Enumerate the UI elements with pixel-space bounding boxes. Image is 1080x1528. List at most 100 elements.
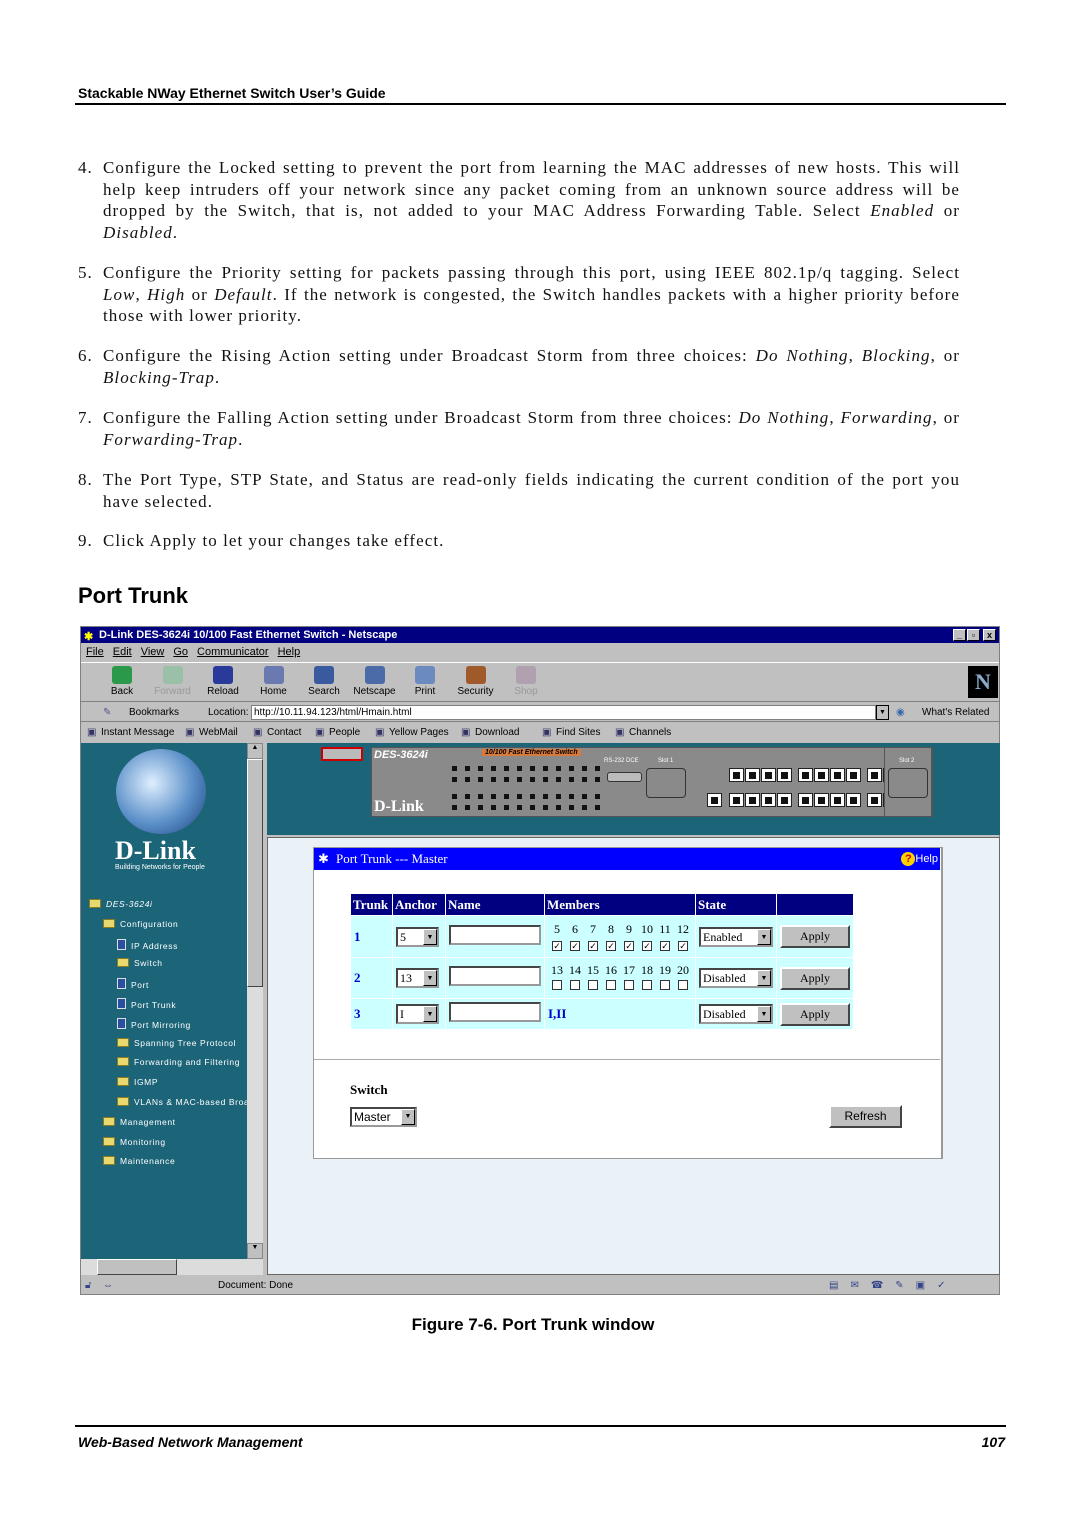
menu-edit[interactable]: Edit: [113, 646, 132, 658]
maximize-button[interactable]: ▫: [967, 629, 980, 641]
tree-item-port[interactable]: Port: [117, 978, 149, 990]
member-checkbox[interactable]: [570, 980, 580, 990]
ethernet-port[interactable]: [867, 768, 882, 782]
personal-link-download[interactable]: Download: [475, 723, 519, 742]
member-checkbox[interactable]: ✓: [588, 940, 598, 951]
print-button[interactable]: Print: [402, 666, 448, 697]
ethernet-port[interactable]: [745, 793, 760, 807]
reload-button[interactable]: Reload: [200, 666, 246, 697]
member-checkbox[interactable]: ✓: [642, 940, 652, 951]
ethernet-port[interactable]: [707, 793, 722, 807]
slot1-module[interactable]: [646, 768, 686, 798]
ethernet-port[interactable]: [814, 768, 829, 782]
forward-button[interactable]: Forward: [150, 666, 196, 697]
apply-button[interactable]: Apply: [780, 925, 850, 948]
member-checkbox[interactable]: ✓: [660, 940, 670, 951]
ethernet-port[interactable]: [846, 768, 861, 782]
member-checkbox[interactable]: ✓: [552, 940, 562, 951]
member-checkbox[interactable]: ✓: [678, 940, 688, 951]
switch-select[interactable]: Master ▼: [350, 1107, 417, 1127]
home-button[interactable]: Home: [251, 666, 297, 697]
back-button[interactable]: Back: [99, 666, 145, 697]
apply-button[interactable]: Apply: [780, 966, 850, 990]
state-select[interactable]: Disabled ▼: [699, 1004, 773, 1024]
member-checkbox[interactable]: [678, 980, 688, 990]
member-checkbox[interactable]: [606, 980, 616, 990]
tree-item-igmp[interactable]: IGMP: [117, 1077, 158, 1087]
trunk-name-input[interactable]: [449, 966, 541, 986]
state-select[interactable]: Enabled ▼: [699, 926, 773, 947]
console-port[interactable]: [607, 772, 642, 782]
personal-link-webmail[interactable]: WebMail: [199, 723, 238, 742]
member-checkbox[interactable]: [552, 980, 562, 990]
tree-item-port-mirroring[interactable]: Port Mirroring: [117, 1017, 191, 1030]
member-checkbox[interactable]: ✓: [606, 940, 616, 951]
minimize-button[interactable]: _: [953, 629, 966, 641]
menu-help[interactable]: Help: [278, 646, 301, 658]
scrollbar-thumb[interactable]: [247, 759, 263, 987]
tree-item-maintenance[interactable]: Maintenance: [103, 1156, 175, 1166]
ethernet-port[interactable]: [867, 793, 882, 807]
member-checkbox[interactable]: ✓: [570, 940, 580, 951]
sidebar-vertical-scrollbar[interactable]: ▲ ▼: [247, 743, 263, 1259]
sidebar-horizontal-scrollbar[interactable]: [81, 1259, 263, 1275]
search-button[interactable]: Search: [301, 666, 347, 697]
personal-link-instant-message[interactable]: Instant Message: [101, 723, 174, 742]
state-select[interactable]: Disabled ▼: [699, 968, 773, 988]
component-bar-icons[interactable]: ▤✉☎✎▣✓: [829, 1277, 958, 1294]
tree-item-monitoring[interactable]: Monitoring: [103, 1136, 166, 1147]
help-link[interactable]: ? Help: [901, 852, 938, 866]
ethernet-port[interactable]: [798, 793, 813, 807]
anchor-select[interactable]: I ▼: [396, 1004, 439, 1024]
apply-button[interactable]: Apply: [780, 1002, 850, 1026]
tree-item-vlans-mac-based-broa[interactable]: VLANs & MAC-based Broa: [117, 1097, 249, 1107]
trunk-name-input[interactable]: [449, 924, 541, 945]
ethernet-port[interactable]: [846, 793, 861, 807]
ethernet-port[interactable]: [777, 793, 792, 807]
close-button[interactable]: x: [983, 629, 996, 641]
member-checkbox[interactable]: [588, 980, 598, 990]
anchor-select[interactable]: 5 ▼: [396, 926, 439, 947]
ethernet-port[interactable]: [830, 768, 845, 782]
security-button[interactable]: Security: [453, 666, 499, 697]
personal-link-yellow-pages[interactable]: Yellow Pages: [389, 723, 449, 742]
whats-related-button[interactable]: What's Related: [922, 703, 990, 722]
member-checkbox[interactable]: [660, 980, 670, 990]
member-checkbox[interactable]: [642, 980, 652, 990]
url-input[interactable]: http://10.11.94.123/html/Hmain.html: [251, 705, 876, 720]
tree-item-des-3624i[interactable]: DES-3624i: [89, 899, 153, 909]
ethernet-port[interactable]: [830, 793, 845, 807]
ethernet-port[interactable]: [729, 768, 744, 782]
member-checkbox[interactable]: ✓: [624, 940, 634, 951]
tree-item-management[interactable]: Management: [103, 1116, 176, 1127]
shop-button[interactable]: Shop: [503, 666, 549, 697]
ethernet-port[interactable]: [761, 768, 776, 782]
url-dropdown-icon[interactable]: ▼: [876, 705, 889, 720]
tree-item-port-trunk[interactable]: Port Trunk: [117, 998, 176, 1010]
ethernet-port[interactable]: [814, 793, 829, 807]
refresh-button[interactable]: Refresh: [829, 1105, 902, 1128]
menu-file[interactable]: File: [86, 646, 104, 658]
ethernet-port[interactable]: [798, 768, 813, 782]
menu-go[interactable]: Go: [173, 646, 188, 658]
personal-link-contact[interactable]: Contact: [267, 723, 301, 742]
ethernet-port[interactable]: [777, 768, 792, 782]
tree-item-configuration[interactable]: Configuration: [103, 918, 178, 929]
personal-link-people[interactable]: People: [329, 723, 360, 742]
help-label[interactable]: Help: [915, 853, 938, 865]
ethernet-port[interactable]: [729, 793, 744, 807]
bookmarks-button[interactable]: Bookmarks: [129, 703, 179, 722]
personal-link-channels[interactable]: Channels: [629, 723, 671, 742]
anchor-select[interactable]: 13 ▼: [396, 968, 439, 988]
menu-view[interactable]: View: [141, 646, 165, 658]
ethernet-port[interactable]: [761, 793, 776, 807]
device-thumbnail[interactable]: [321, 747, 363, 761]
trunk-name-input[interactable]: [449, 1002, 541, 1022]
tree-item-switch[interactable]: Switch: [117, 958, 163, 968]
member-checkbox[interactable]: [624, 980, 634, 990]
netscape-button[interactable]: Netscape: [352, 666, 398, 697]
tree-item-forwarding-and-filtering[interactable]: Forwarding and Filtering: [117, 1057, 240, 1067]
ethernet-port[interactable]: [745, 768, 760, 782]
menu-communicator[interactable]: Communicator: [197, 646, 269, 658]
tree-item-ip-address[interactable]: IP Address: [117, 938, 178, 951]
